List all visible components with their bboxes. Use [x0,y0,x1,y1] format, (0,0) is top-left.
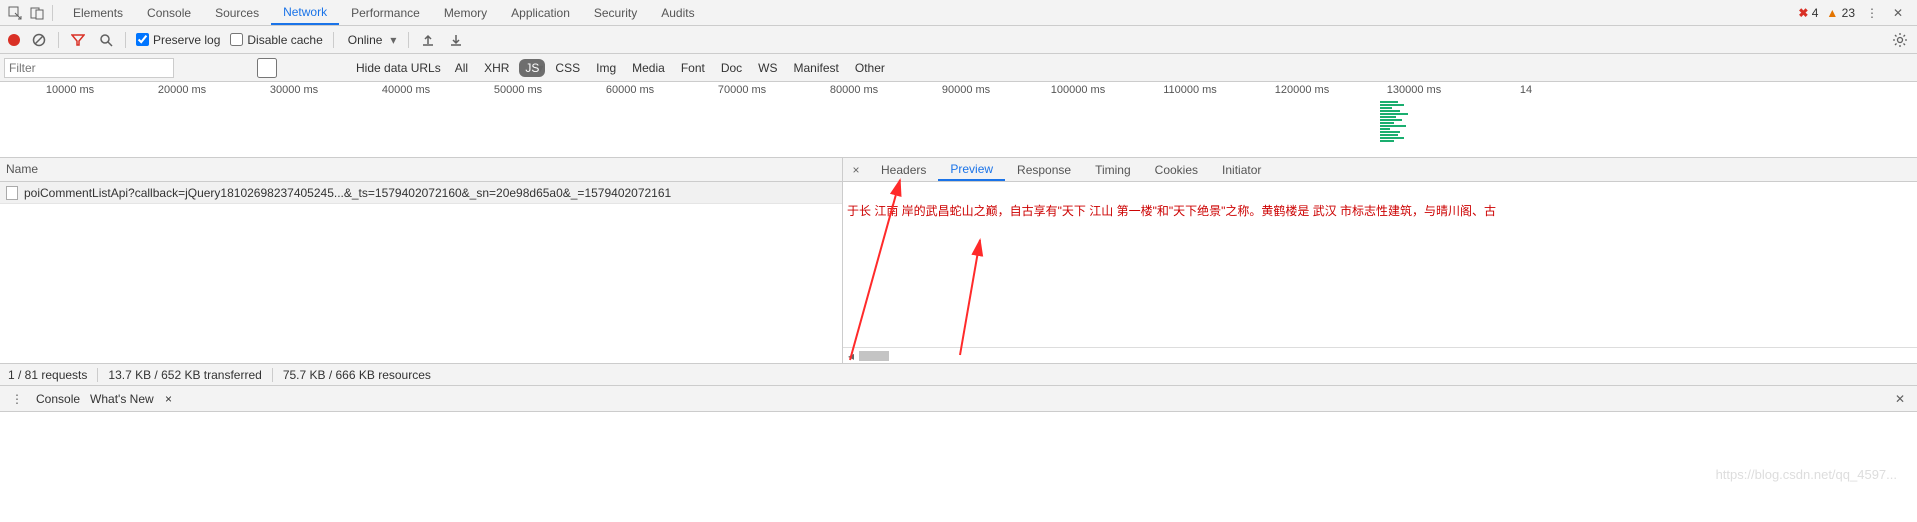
time-label: 80000 ms [830,84,878,96]
tab-application[interactable]: Application [499,0,582,25]
time-label: 40000 ms [382,84,430,96]
name-column-header[interactable]: Name [0,158,842,182]
time-label: 120000 ms [1275,84,1329,96]
time-label: 70000 ms [718,84,766,96]
request-list: Name poiCommentListApi?callback=jQuery18… [0,158,843,363]
record-button[interactable] [8,34,20,46]
detail-pane: × HeadersPreviewResponseTimingCookiesIni… [843,158,1917,363]
separator [97,368,98,382]
type-js[interactable]: JS [519,59,545,77]
tab-audits[interactable]: Audits [649,0,706,25]
tab-memory[interactable]: Memory [432,0,499,25]
clear-icon[interactable] [30,31,48,49]
waterfall-marks [1380,100,1410,154]
separator [52,5,53,21]
request-row[interactable]: poiCommentListApi?callback=jQuery1810269… [0,182,842,204]
time-label: 130000 ms [1387,84,1441,96]
type-font[interactable]: Font [675,59,711,77]
upload-icon[interactable] [419,31,437,49]
tab-performance[interactable]: Performance [339,0,432,25]
type-manifest[interactable]: Manifest [788,59,845,77]
filter-input[interactable] [4,58,174,78]
separator [408,32,409,48]
close-detail-icon[interactable]: × [843,163,869,177]
time-label: 10000 ms [46,84,94,96]
time-label: 60000 ms [606,84,654,96]
watermark: https://blog.csdn.net/qq_4597... [1716,467,1897,482]
close-icon[interactable]: ✕ [1889,4,1907,22]
device-icon[interactable] [28,4,46,22]
time-label: 30000 ms [270,84,318,96]
inspect-icon[interactable] [6,4,24,22]
kebab-icon[interactable]: ⋮ [8,390,26,408]
file-icon [6,186,18,200]
tab-elements[interactable]: Elements [61,0,135,25]
type-img[interactable]: Img [590,59,622,77]
type-css[interactable]: CSS [549,59,586,77]
time-label: 110000 ms [1163,84,1217,96]
throttle-select[interactable]: Online [344,31,399,49]
separator [333,32,334,48]
detail-tab-cookies[interactable]: Cookies [1143,158,1210,181]
gear-icon[interactable] [1891,31,1909,49]
tab-network[interactable]: Network [271,0,339,25]
drawer-tab-whatsnew[interactable]: What's New × [90,392,172,406]
detail-tab-timing[interactable]: Timing [1083,158,1143,181]
resources-size: 75.7 KB / 666 KB resources [283,368,431,382]
separator [272,368,273,382]
panel-tabs: ElementsConsoleSourcesNetworkPerformance… [61,0,1788,25]
tab-console[interactable]: Console [135,0,203,25]
request-count: 1 / 81 requests [8,368,87,382]
separator [58,32,59,48]
preview-content[interactable]: 于长 江南 岸的武昌蛇山之巅，自古享有"天下 江山 第一楼"和"天下绝景"之称。… [843,182,1917,347]
search-icon[interactable] [97,31,115,49]
kebab-icon[interactable]: ⋮ [1863,4,1881,22]
preserve-log-checkbox[interactable]: Preserve log [136,33,220,47]
detail-tab-headers[interactable]: Headers [869,158,938,181]
disable-cache-checkbox[interactable]: Disable cache [230,33,322,47]
time-label: 100000 ms [1051,84,1105,96]
filter-icon[interactable] [69,31,87,49]
type-all[interactable]: All [449,59,474,77]
timeline-overview[interactable]: 10000 ms 20000 ms 30000 ms 40000 ms 50000 ms… [0,82,1917,158]
type-xhr[interactable]: XHR [478,59,515,77]
detail-tab-response[interactable]: Response [1005,158,1083,181]
separator [125,32,126,48]
time-label: 90000 ms [942,84,990,96]
type-ws[interactable]: WS [752,59,783,77]
close-drawer-icon[interactable]: ✕ [1891,390,1909,408]
warning-badge[interactable]: ▲ 23 [1826,6,1855,20]
type-media[interactable]: Media [626,59,671,77]
request-url: poiCommentListApi?callback=jQuery1810269… [24,186,671,200]
download-icon[interactable] [447,31,465,49]
time-label: 50000 ms [494,84,542,96]
type-doc[interactable]: Doc [715,59,748,77]
transferred-size: 13.7 KB / 652 KB transferred [108,368,261,382]
detail-tab-initiator[interactable]: Initiator [1210,158,1273,181]
scroll-left-icon[interactable]: ◂ [843,349,859,363]
hide-data-urls-checkbox[interactable]: Hide data URLs [182,58,441,78]
type-filters: AllXHRJSCSSImgMediaFontDocWS ManifestOthe… [449,59,891,77]
time-label: 14 [1520,84,1532,96]
drawer-tab-console[interactable]: Console [36,392,80,406]
tab-security[interactable]: Security [582,0,649,25]
horizontal-scrollbar[interactable]: ◂ [843,347,1917,363]
time-label: 20000 ms [158,84,206,96]
close-icon[interactable]: × [165,392,172,406]
scroll-thumb[interactable] [859,351,889,361]
type-other[interactable]: Other [849,59,891,77]
tab-sources[interactable]: Sources [203,0,271,25]
error-badge[interactable]: ✖ 4 [1798,6,1818,20]
detail-tab-preview[interactable]: Preview [938,158,1005,181]
